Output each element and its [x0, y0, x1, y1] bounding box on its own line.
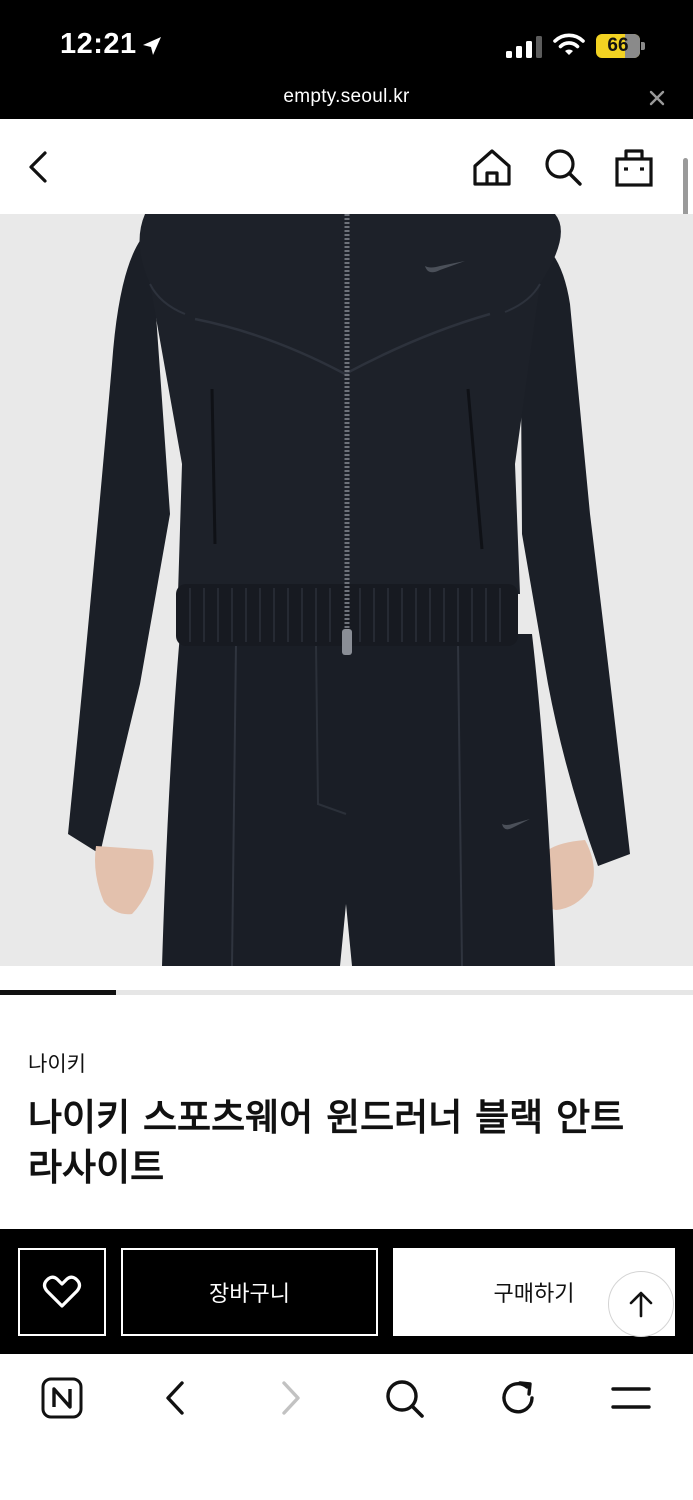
back-button[interactable]	[18, 145, 62, 189]
home-button[interactable]	[470, 145, 514, 189]
shopping-bag-button[interactable]	[612, 145, 656, 189]
browser-menu-button[interactable]	[607, 1374, 655, 1422]
arrow-up-icon	[629, 1291, 653, 1318]
search-icon	[545, 149, 582, 186]
product-title: 나이키 스포츠웨어 윈드러너 블랙 안트라사이트	[28, 1096, 625, 1189]
url-strip: empty.seoul.kr	[0, 78, 693, 119]
forward-arrow-icon	[282, 1381, 300, 1415]
browser-back-button[interactable]	[152, 1374, 200, 1422]
purchase-action-bar: 장바구니 구매하기	[0, 1229, 693, 1354]
wifi-icon	[553, 33, 585, 55]
browser-search-button[interactable]	[380, 1374, 428, 1422]
status-bar: 12:21 66	[0, 0, 693, 78]
gallery-progress-fill	[0, 990, 116, 995]
heart-outline-icon	[42, 1275, 82, 1308]
back-chevron-icon	[29, 151, 47, 183]
battery-percentage: 66	[607, 35, 629, 56]
cellular-signal-icon	[506, 36, 542, 58]
shopping-bag-icon	[615, 149, 653, 187]
add-to-cart-button[interactable]: 장바구니	[121, 1248, 378, 1336]
reload-icon	[502, 1381, 534, 1414]
location-arrow-icon	[143, 37, 161, 55]
naver-n-icon	[41, 1377, 83, 1419]
battery-charging-icon: 66	[596, 34, 646, 58]
search-icon	[386, 1380, 424, 1418]
close-icon[interactable]	[646, 87, 668, 109]
brand-name[interactable]: 나이키	[28, 1048, 86, 1078]
browser-reload-button[interactable]	[494, 1374, 542, 1422]
status-time: 12:21	[60, 28, 137, 60]
menu-icon	[611, 1387, 651, 1409]
home-icon	[473, 149, 511, 186]
browser-forward-button[interactable]	[266, 1374, 314, 1422]
product-image[interactable]	[0, 214, 693, 966]
url-text[interactable]: empty.seoul.kr	[0, 86, 693, 108]
browser-toolbar	[0, 1354, 693, 1500]
scroll-to-top-button[interactable]	[608, 1271, 674, 1337]
gallery-progress-track	[0, 990, 693, 995]
site-header	[0, 119, 693, 214]
back-arrow-icon	[166, 1381, 184, 1415]
wishlist-button[interactable]	[18, 1248, 106, 1336]
search-button[interactable]	[541, 145, 585, 189]
battery-cap	[641, 42, 645, 50]
jacket-photo	[0, 214, 693, 966]
naver-home-button[interactable]	[38, 1374, 86, 1422]
